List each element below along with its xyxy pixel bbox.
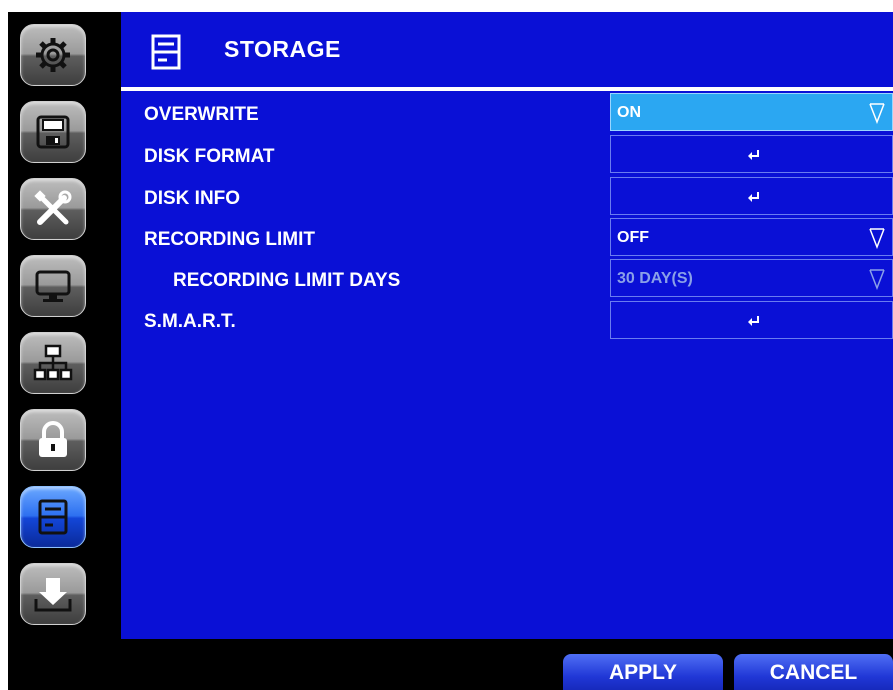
recording-limit-dropdown[interactable]: OFF <box>610 218 893 256</box>
storage-panel: STORAGE OVERWRITE ON DISK FORMAT DISK IN… <box>121 12 893 639</box>
dropdown-arrow-icon <box>869 269 885 290</box>
floppy-disk-icon <box>36 115 70 149</box>
smart-button[interactable] <box>610 301 893 339</box>
sidebar-item-storage[interactable] <box>20 486 86 548</box>
dvr-window: STORAGE OVERWRITE ON DISK FORMAT DISK IN… <box>8 12 893 690</box>
enter-icon <box>748 192 759 202</box>
recording-limit-label: RECORDING LIMIT <box>144 229 315 250</box>
overwrite-label: OVERWRITE <box>144 104 259 125</box>
enter-icon <box>748 150 759 160</box>
page-title: STORAGE <box>224 36 341 62</box>
sidebar-item-tools[interactable] <box>20 178 86 240</box>
sidebar-item-record[interactable] <box>20 101 86 163</box>
download-icon <box>34 578 72 612</box>
disk-format-label: DISK FORMAT <box>144 146 275 167</box>
recording-limit-days-value: 30 DAY(S) <box>617 270 693 287</box>
disk-info-button[interactable] <box>610 177 893 215</box>
tools-icon <box>34 190 72 225</box>
sidebar-item-security[interactable] <box>20 409 86 471</box>
storage-icon <box>151 34 181 70</box>
sidebar-item-display[interactable] <box>20 255 86 317</box>
dropdown-arrow-icon <box>869 228 885 249</box>
apply-button[interactable]: APPLY <box>563 654 723 690</box>
sidebar-item-download[interactable] <box>20 563 86 625</box>
sidebar <box>8 12 115 642</box>
sidebar-item-settings[interactable] <box>20 24 86 86</box>
monitor-icon <box>35 270 71 302</box>
recording-limit-days-dropdown[interactable]: 30 DAY(S) <box>610 259 893 297</box>
recording-limit-value: OFF <box>617 229 649 246</box>
disk-format-button[interactable] <box>610 135 893 173</box>
cancel-button[interactable]: CANCEL <box>734 654 893 690</box>
smart-label: S.M.A.R.T. <box>144 311 236 332</box>
storage-icon <box>38 499 68 535</box>
overwrite-dropdown[interactable]: ON <box>610 93 893 131</box>
overwrite-value: ON <box>617 104 641 121</box>
enter-icon <box>748 316 759 326</box>
sidebar-item-network[interactable] <box>20 332 86 394</box>
dropdown-arrow-icon <box>869 103 885 124</box>
network-icon <box>33 344 73 381</box>
header-divider <box>121 87 893 91</box>
panel-header: STORAGE <box>121 12 893 86</box>
gear-icon <box>36 38 70 72</box>
recording-limit-days-label: RECORDING LIMIT DAYS <box>173 270 401 291</box>
footer-bar: APPLY CANCEL <box>8 642 893 690</box>
lock-icon <box>39 421 67 457</box>
disk-info-label: DISK INFO <box>144 188 241 209</box>
